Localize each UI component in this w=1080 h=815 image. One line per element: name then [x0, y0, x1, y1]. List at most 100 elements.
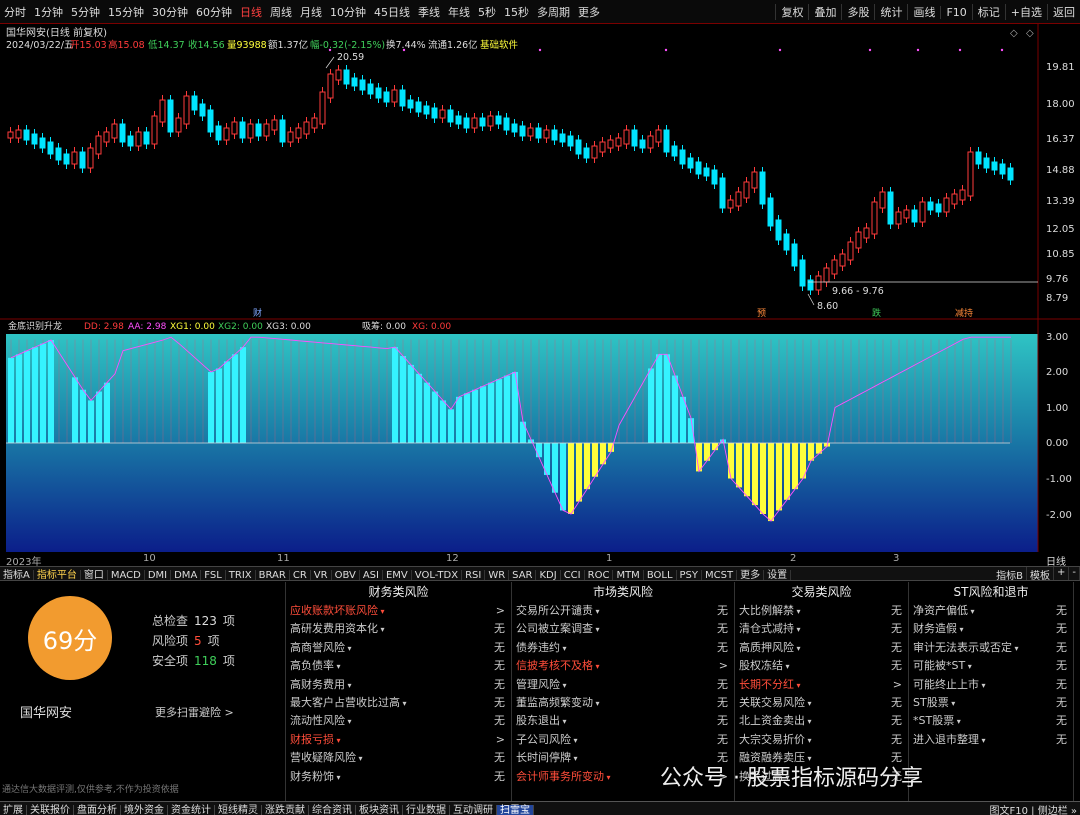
risk-item[interactable]: 可能被*ST ▾ 无	[909, 657, 1073, 675]
risk-item[interactable]: 高研发费用资本化 ▾ 无	[286, 620, 511, 638]
risk-item[interactable]: 营收疑降风险 ▾ 无	[286, 749, 511, 767]
period-tab[interactable]: 5分钟	[71, 4, 100, 20]
tool-button[interactable]: 画线	[907, 4, 940, 20]
bottom-tab[interactable]: 行业数据	[403, 805, 450, 815]
indicator-tab[interactable]: BOLL	[643, 570, 677, 580]
risk-item[interactable]: 大宗交易折价 ▾ 无	[735, 731, 908, 749]
risk-item[interactable]: 高负债率 ▾ 无	[286, 657, 511, 675]
risk-item[interactable]: 清仓式减持 ▾ 无	[735, 620, 908, 638]
period-tab[interactable]: 季线	[418, 4, 440, 20]
indicator-control-button[interactable]: 指标B	[993, 567, 1027, 580]
indicator-tab[interactable]: KDJ	[536, 570, 561, 580]
bottom-tab[interactable]: 短线精灵	[215, 805, 262, 815]
risk-item[interactable]: 交易所公开谴责 ▾ 无	[512, 602, 734, 620]
period-tab[interactable]: 30分钟	[152, 4, 188, 20]
period-tab[interactable]: 年线	[448, 4, 470, 20]
indicator-tab[interactable]: FSL	[201, 570, 226, 580]
period-tab[interactable]: 多周期	[537, 4, 570, 20]
risk-item[interactable]: 进入退市整理 ▾ 无	[909, 731, 1073, 749]
close-icon[interactable]: ◇	[1010, 28, 1018, 39]
risk-item[interactable]: 管理风险 ▾ 无	[512, 676, 734, 694]
indicator-chart[interactable]: 金底识别升龙 DD: 2.98 AA: 2.98 XG1: 0.00 XG2: …	[0, 320, 1080, 552]
period-tab[interactable]: 15秒	[504, 4, 529, 20]
tool-button[interactable]: +自选	[1004, 4, 1047, 20]
risk-item[interactable]: 财务粉饰 ▾ 无	[286, 768, 511, 786]
bottom-tab[interactable]: 境外资金	[121, 805, 168, 815]
bottom-tab[interactable]: 互动调研	[450, 805, 497, 815]
period-tab[interactable]: 月线	[300, 4, 322, 20]
indicator-tab[interactable]: BRAR	[255, 570, 290, 580]
indicator-tab[interactable]: PSY	[676, 570, 703, 580]
indicator-control-button[interactable]: -	[1069, 567, 1080, 580]
indicator-tab[interactable]: OBV	[331, 570, 360, 580]
indicator-tab[interactable]: VR	[310, 570, 332, 580]
indicator-tab[interactable]: ROC	[584, 570, 614, 580]
risk-item[interactable]: 信披考核不及格 ▾ >	[512, 657, 734, 675]
risk-item[interactable]: 高财务费用 ▾ 无	[286, 676, 511, 694]
indicator-tab[interactable]: RSI	[462, 570, 486, 580]
f10-sidebar-link[interactable]: 图文F10 | 侧边栏 »	[987, 802, 1080, 815]
bottom-tab[interactable]: 关联报价	[27, 805, 74, 815]
event-tag-reduce[interactable]: 减持	[955, 307, 973, 319]
risk-item[interactable]: 财务造假 ▾ 无	[909, 620, 1073, 638]
indicator-control-button[interactable]: +	[1054, 567, 1070, 580]
tool-button[interactable]: F10	[940, 5, 971, 19]
risk-item[interactable]: 净资产偏低 ▾ 无	[909, 602, 1073, 620]
event-tag-forecast[interactable]: 预	[757, 308, 766, 319]
period-tab[interactable]: 60分钟	[196, 4, 232, 20]
risk-item[interactable]: 最大客户占营收比过高 ▾ 无	[286, 694, 511, 712]
period-tab[interactable]: 周线	[270, 4, 292, 20]
indicator-tab[interactable]: 更多	[737, 570, 765, 580]
risk-item[interactable]: 审计无法表示或否定 ▾ 无	[909, 639, 1073, 657]
risk-item[interactable]: 股东退出 ▾ 无	[512, 712, 734, 730]
event-tag-finance[interactable]: 财	[253, 307, 262, 319]
tool-button[interactable]: 多股	[841, 4, 874, 20]
period-tab[interactable]: 5秒	[478, 4, 496, 20]
indicator-tab[interactable]: MACD	[107, 570, 145, 580]
tool-button[interactable]: 标记	[971, 4, 1005, 20]
indicator-tab[interactable]: 指标平台	[33, 570, 81, 580]
risk-item[interactable]: 公司被立案调查 ▾ 无	[512, 620, 734, 638]
indicator-tab[interactable]: 设置	[764, 570, 792, 580]
risk-item[interactable]: 可能终止上市 ▾ 无	[909, 676, 1073, 694]
bottom-tab[interactable]: 综合资讯	[309, 805, 356, 815]
indicator-tab[interactable]: MCST	[702, 570, 738, 580]
bottom-tab[interactable]: 盘面分析	[74, 805, 121, 815]
more-scan-link[interactable]: 更多扫雷避险 >	[155, 704, 234, 720]
indicator-tab[interactable]: EMV	[382, 570, 412, 580]
risk-item[interactable]: 高质押风险 ▾ 无	[735, 639, 908, 657]
risk-item[interactable]: 大比例解禁 ▾ 无	[735, 602, 908, 620]
event-tag-drop[interactable]: 跌	[872, 308, 881, 319]
indicator-tab[interactable]: ASI	[359, 570, 383, 580]
period-tab[interactable]: 日线	[240, 4, 262, 20]
risk-item[interactable]: 关联交易风险 ▾ 无	[735, 694, 908, 712]
risk-item[interactable]: 长期不分红 ▾ >	[735, 676, 908, 694]
risk-item[interactable]: 股权冻结 ▾ 无	[735, 657, 908, 675]
indicator-control-button[interactable]: 模板	[1027, 567, 1054, 580]
indicator-tab[interactable]: TRIX	[225, 570, 256, 580]
indicator-tab[interactable]: WR	[485, 570, 510, 580]
period-tab[interactable]: 15分钟	[108, 4, 144, 20]
risk-item[interactable]: 北上资金卖出 ▾ 无	[735, 712, 908, 730]
period-tab[interactable]: 分时	[4, 4, 26, 20]
indicator-tab[interactable]: 窗口	[80, 570, 108, 580]
risk-item[interactable]: 高商誉风险 ▾ 无	[286, 639, 511, 657]
period-tab[interactable]: 45日线	[374, 4, 410, 20]
risk-item[interactable]: ST股票 ▾ 无	[909, 694, 1073, 712]
risk-item[interactable]: 财报亏损 ▾ >	[286, 731, 511, 749]
tool-button[interactable]: 复权	[775, 4, 808, 20]
bottom-tab[interactable]: 扫雷宝	[497, 805, 534, 815]
indicator-tab[interactable]: VOL-TDX	[411, 570, 463, 580]
risk-item[interactable]: 债券违约 ▾ 无	[512, 639, 734, 657]
risk-item[interactable]: 子公司风险 ▾ 无	[512, 731, 734, 749]
bottom-tab[interactable]: 资金统计	[168, 805, 215, 815]
period-tab[interactable]: 更多	[578, 4, 600, 20]
expand-icon[interactable]: ◇	[1026, 28, 1034, 39]
risk-item[interactable]: 应收账款坏账风险 ▾ >	[286, 602, 511, 620]
indicator-tab[interactable]: CR	[289, 570, 311, 580]
bottom-tab[interactable]: 涨跌贡献	[262, 805, 309, 815]
bottom-tab[interactable]: 扩展	[0, 805, 27, 815]
period-tab[interactable]: 1分钟	[34, 4, 63, 20]
bottom-tab[interactable]: 板块资讯	[356, 805, 403, 815]
risk-item[interactable]: *ST股票 ▾ 无	[909, 712, 1073, 730]
